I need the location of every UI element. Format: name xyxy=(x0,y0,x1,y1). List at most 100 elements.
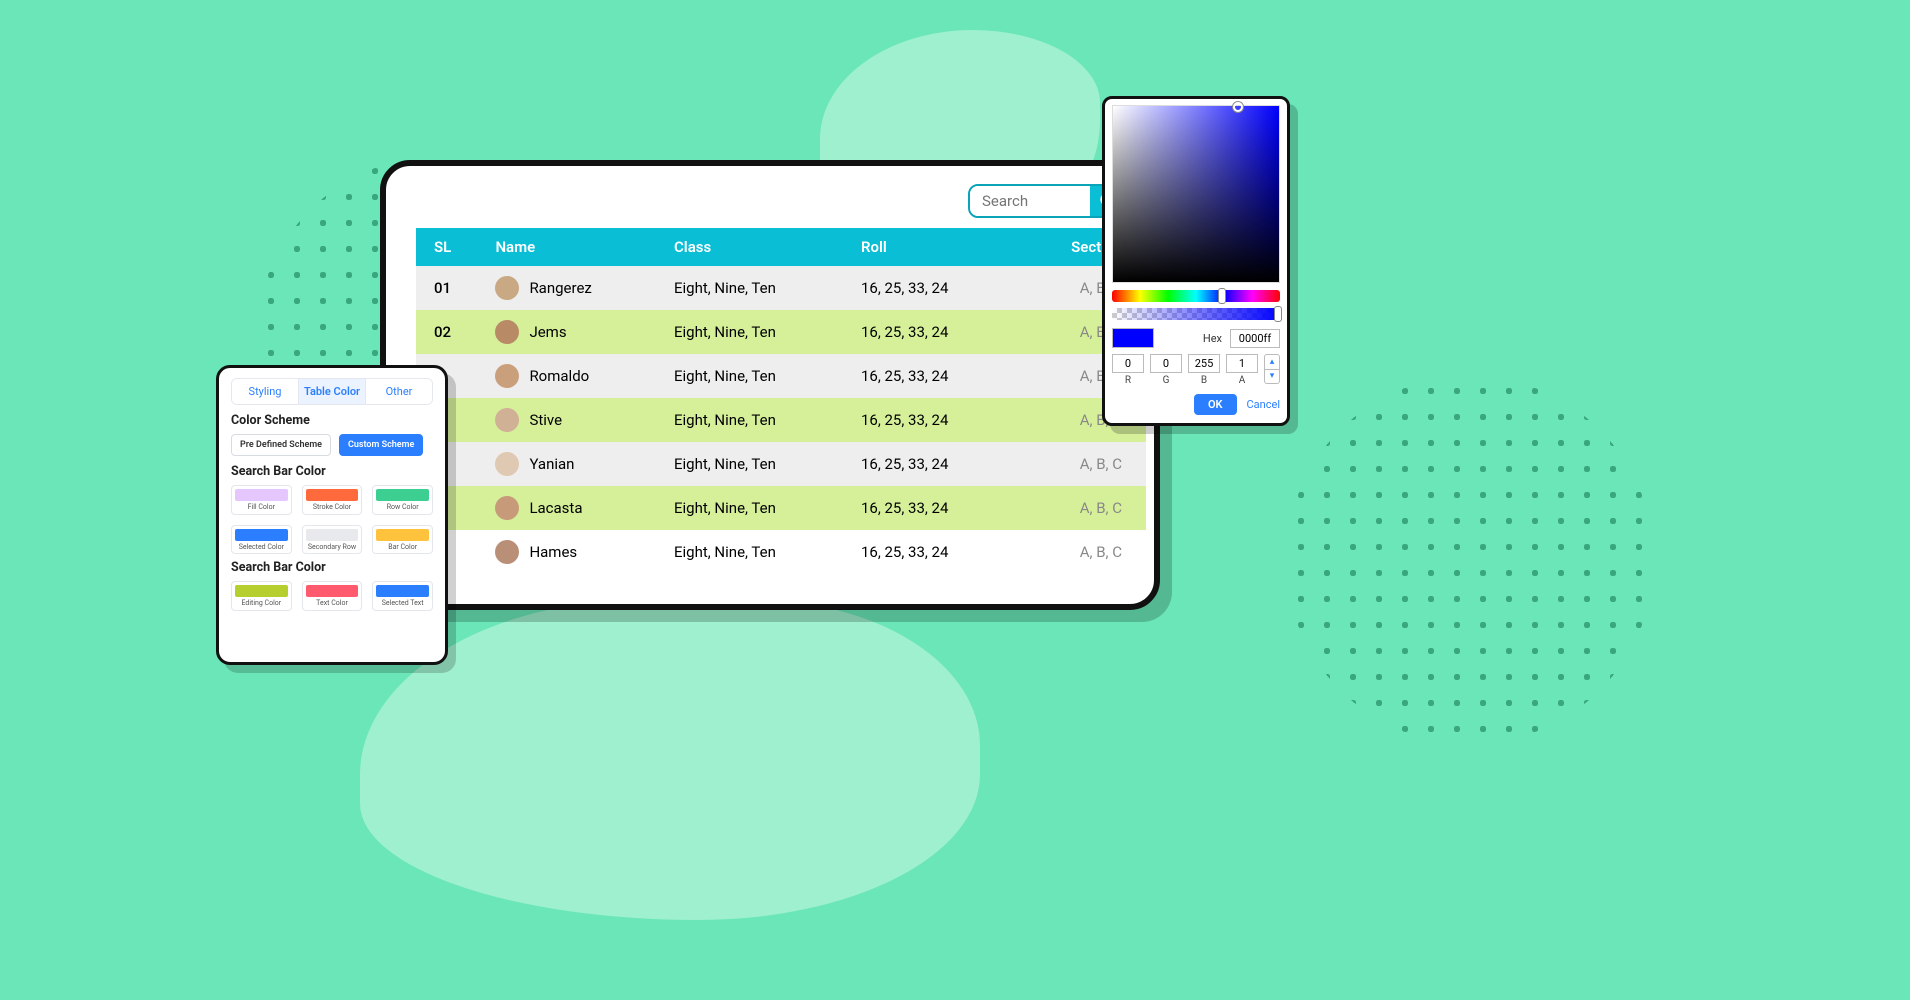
swatch-label: Fill Color xyxy=(235,504,288,512)
cell-name: Romaldo xyxy=(485,354,664,398)
cell-roll: 16, 25, 33, 24 xyxy=(851,354,1016,398)
table-body: 01RangerezEight, Nine, Ten16, 25, 33, 24… xyxy=(416,266,1146,574)
cell-name: Jems xyxy=(485,310,664,354)
avatar xyxy=(495,276,519,300)
cell-name: Rangerez xyxy=(485,266,664,310)
swatch-label: Selected Text xyxy=(376,600,429,608)
color-chip xyxy=(376,489,429,501)
chevron-up-icon[interactable]: ▴ xyxy=(1265,355,1279,369)
color-swatch[interactable]: Stroke Color xyxy=(302,485,363,515)
table-row[interactable]: YanianEight, Nine, Ten16, 25, 33, 24A, B… xyxy=(416,442,1146,486)
cell-section: A, B, C xyxy=(1016,486,1146,530)
color-swatch[interactable]: Fill Color xyxy=(231,485,292,515)
data-table-panel: SL Name Class Roll Section 01RangerezEig… xyxy=(380,160,1160,610)
color-chip xyxy=(376,529,429,541)
cell-name: Lacasta xyxy=(485,486,664,530)
search-row xyxy=(386,166,1154,228)
g-label: G xyxy=(1163,375,1170,386)
table-settings-panel: Styling Table Color Other Color Scheme P… xyxy=(216,365,448,665)
saturation-value-box[interactable] xyxy=(1112,105,1280,283)
hue-thumb-icon[interactable] xyxy=(1218,288,1226,304)
color-chip xyxy=(235,529,288,541)
cancel-button[interactable]: Cancel xyxy=(1247,398,1280,411)
tab-styling[interactable]: Styling xyxy=(232,379,298,404)
hue-slider[interactable] xyxy=(1112,290,1280,302)
tab-table-color[interactable]: Table Color xyxy=(298,379,365,404)
cell-name: Yanian xyxy=(485,442,664,486)
search-input[interactable] xyxy=(970,186,1090,216)
table-row[interactable]: 02JemsEight, Nine, Ten16, 25, 33, 24A, B… xyxy=(416,310,1146,354)
name-text: Stive xyxy=(529,411,562,429)
section-search-bar-color-1: Search Bar Color xyxy=(231,464,433,479)
value-stepper[interactable]: ▴ ▾ xyxy=(1264,354,1280,384)
color-chip xyxy=(306,529,359,541)
avatar xyxy=(495,320,519,344)
color-picker-panel: Hex R G B A ▴ ▾ OK Cancel xyxy=(1102,96,1290,426)
table-row[interactable]: HamesEight, Nine, Ten16, 25, 33, 24A, B,… xyxy=(416,530,1146,574)
table-row[interactable]: StiveEight, Nine, Ten16, 25, 33, 24A, B,… xyxy=(416,398,1146,442)
th-class[interactable]: Class xyxy=(664,228,851,266)
tab-other[interactable]: Other xyxy=(365,379,432,404)
gear-shape-bottom xyxy=(360,600,980,920)
table-row[interactable]: 01RangerezEight, Nine, Ten16, 25, 33, 24… xyxy=(416,266,1146,310)
color-swatch[interactable]: Text Color xyxy=(302,581,363,611)
section-color-scheme: Color Scheme xyxy=(231,413,433,428)
section-search-bar-color-2: Search Bar Color xyxy=(231,560,433,575)
cell-class: Eight, Nine, Ten xyxy=(664,266,851,310)
cell-class: Eight, Nine, Ten xyxy=(664,398,851,442)
name-text: Jems xyxy=(529,323,566,341)
cell-roll: 16, 25, 33, 24 xyxy=(851,310,1016,354)
avatar xyxy=(495,408,519,432)
th-name[interactable]: Name xyxy=(485,228,664,266)
name-text: Romaldo xyxy=(529,367,589,385)
name-text: Lacasta xyxy=(529,499,582,517)
table-row[interactable]: LacastaEight, Nine, Ten16, 25, 33, 24A, … xyxy=(416,486,1146,530)
cell-class: Eight, Nine, Ten xyxy=(664,486,851,530)
color-swatch[interactable]: Selected Text xyxy=(372,581,433,611)
color-chip xyxy=(235,585,288,597)
color-swatch[interactable]: Row Color xyxy=(372,485,433,515)
cell-class: Eight, Nine, Ten xyxy=(664,530,851,574)
avatar xyxy=(495,496,519,520)
th-sl[interactable]: SL xyxy=(416,228,485,266)
cell-name: Stive xyxy=(485,398,664,442)
avatar xyxy=(495,452,519,476)
students-table: SL Name Class Roll Section 01RangerezEig… xyxy=(416,228,1146,574)
color-swatch[interactable]: Secondary Row xyxy=(302,525,363,555)
swatch-label: Secondary Row xyxy=(306,544,359,552)
hex-input[interactable] xyxy=(1230,329,1280,348)
color-chip xyxy=(306,489,359,501)
settings-tabs: Styling Table Color Other xyxy=(231,378,433,405)
custom-scheme-button[interactable]: Custom Scheme xyxy=(339,434,423,456)
cell-sl: 02 xyxy=(416,310,485,354)
predefined-scheme-button[interactable]: Pre Defined Scheme xyxy=(231,434,331,456)
color-swatch[interactable]: Bar Color xyxy=(372,525,433,555)
swatch-label: Row Color xyxy=(376,504,429,512)
picker-actions: OK Cancel xyxy=(1112,394,1280,415)
table-row[interactable]: RomaldoEight, Nine, Ten16, 25, 33, 24A, … xyxy=(416,354,1146,398)
alpha-slider[interactable] xyxy=(1112,308,1280,320)
swatch-grid-1: Fill Color Stroke Color Row Color Selected … xyxy=(231,485,433,554)
th-roll[interactable]: Roll xyxy=(851,228,1016,266)
cell-roll: 16, 25, 33, 24 xyxy=(851,530,1016,574)
a-label: A xyxy=(1239,375,1246,386)
cell-name: Hames xyxy=(485,530,664,574)
a-input[interactable] xyxy=(1226,354,1258,373)
ok-button[interactable]: OK xyxy=(1194,394,1237,415)
hex-row: Hex xyxy=(1112,328,1280,348)
sv-cursor-icon[interactable] xyxy=(1233,102,1243,112)
name-text: Hames xyxy=(529,543,577,561)
chevron-down-icon[interactable]: ▾ xyxy=(1265,369,1279,384)
color-swatch[interactable]: Editing Color xyxy=(231,581,292,611)
g-input[interactable] xyxy=(1150,354,1182,373)
cell-roll: 16, 25, 33, 24 xyxy=(851,398,1016,442)
r-input[interactable] xyxy=(1112,354,1144,373)
swatch-label: Editing Color xyxy=(235,600,288,608)
color-swatch[interactable]: Selected Color xyxy=(231,525,292,555)
alpha-thumb-icon[interactable] xyxy=(1274,306,1282,322)
swatch-label: Selected Color xyxy=(235,544,288,552)
name-text: Yanian xyxy=(529,455,574,473)
b-input[interactable] xyxy=(1188,354,1220,373)
avatar xyxy=(495,540,519,564)
color-chip xyxy=(376,585,429,597)
